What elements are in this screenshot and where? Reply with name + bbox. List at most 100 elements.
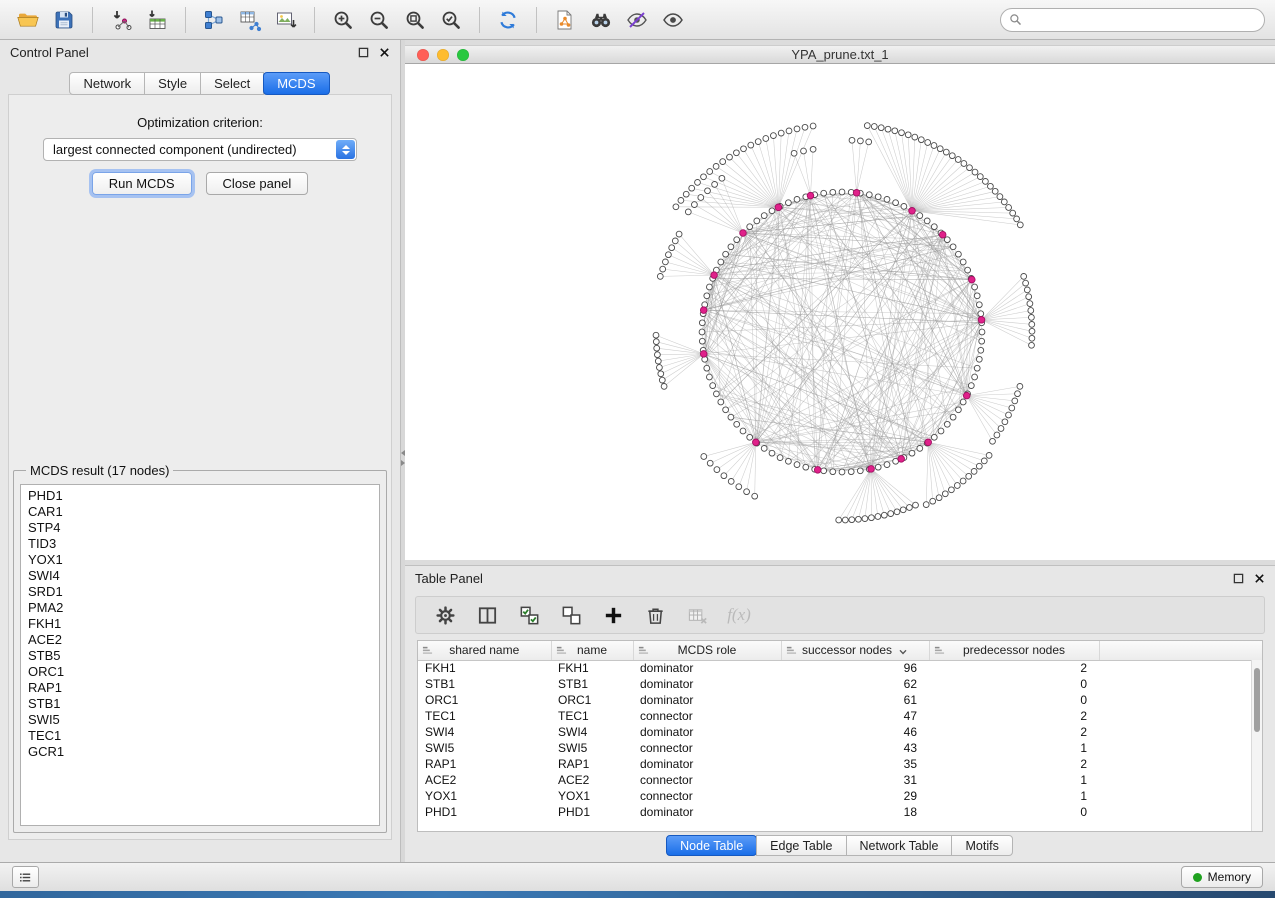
ring-node[interactable]	[976, 302, 982, 308]
ring-node[interactable]	[978, 347, 984, 353]
ring-node[interactable]	[938, 428, 944, 434]
leaf-node[interactable]	[707, 460, 713, 466]
mcds-result-item[interactable]: TID3	[21, 536, 379, 552]
leaf-node[interactable]	[1029, 342, 1035, 348]
leaf-node[interactable]	[905, 132, 911, 138]
dominator-node[interactable]	[807, 192, 814, 199]
leaf-node[interactable]	[1014, 216, 1020, 222]
tab-network[interactable]: Network	[69, 72, 145, 95]
leaf-node[interactable]	[885, 126, 891, 132]
refresh-icon[interactable]	[490, 5, 526, 35]
leaf-node[interactable]	[1017, 222, 1023, 228]
leaf-node[interactable]	[707, 169, 713, 175]
leaf-node[interactable]	[659, 377, 665, 383]
leaf-node[interactable]	[1006, 412, 1012, 418]
mcds-result-item[interactable]: STB5	[21, 648, 379, 664]
ring-node[interactable]	[974, 365, 980, 371]
select-all-icon[interactable]	[514, 600, 544, 630]
leaf-node[interactable]	[1028, 308, 1034, 314]
ring-node[interactable]	[972, 284, 978, 290]
leaf-node[interactable]	[669, 245, 675, 251]
leaf-node[interactable]	[653, 339, 659, 345]
ring-node[interactable]	[857, 468, 863, 474]
network-graph[interactable]	[405, 64, 1275, 560]
leaf-node[interactable]	[698, 195, 704, 201]
leaf-node[interactable]	[967, 165, 973, 171]
dominator-node[interactable]	[963, 392, 970, 399]
leaf-node[interactable]	[741, 146, 747, 152]
memory-button[interactable]: Memory	[1181, 866, 1263, 888]
leaf-node[interactable]	[977, 174, 983, 180]
leaf-node[interactable]	[871, 124, 877, 130]
leaf-node[interactable]	[937, 146, 943, 152]
leaf-node[interactable]	[1027, 301, 1033, 307]
leaf-node[interactable]	[810, 146, 816, 152]
ring-node[interactable]	[917, 446, 923, 452]
leaf-node[interactable]	[692, 202, 698, 208]
ring-node[interactable]	[761, 213, 767, 219]
dominator-node[interactable]	[925, 439, 932, 446]
ring-node[interactable]	[699, 338, 705, 344]
dominator-node[interactable]	[700, 351, 707, 358]
leaf-node[interactable]	[955, 157, 961, 163]
ring-node[interactable]	[728, 244, 734, 250]
leaf-node[interactable]	[676, 231, 682, 237]
leaf-node[interactable]	[1012, 398, 1018, 404]
leaf-node[interactable]	[1001, 199, 1007, 205]
table-row[interactable]: FKH1FKH1dominator962	[418, 660, 1262, 676]
leaf-node[interactable]	[878, 125, 884, 131]
ring-node[interactable]	[704, 365, 710, 371]
show-panel-icon[interactable]	[655, 5, 691, 35]
table-row[interactable]: SWI5SWI5connector431	[418, 740, 1262, 756]
mcds-result-item[interactable]: STP4	[21, 520, 379, 536]
ring-node[interactable]	[875, 194, 881, 200]
dominator-node[interactable]	[711, 272, 718, 279]
ring-node[interactable]	[723, 407, 729, 413]
delete-column-icon[interactable]	[640, 600, 670, 630]
leaf-node[interactable]	[673, 204, 679, 210]
hide-panel-icon[interactable]	[619, 5, 655, 35]
ring-node[interactable]	[821, 468, 827, 474]
ring-node[interactable]	[821, 190, 827, 196]
leaf-node[interactable]	[701, 174, 707, 180]
leaf-node[interactable]	[653, 332, 659, 338]
leaf-node[interactable]	[858, 138, 864, 144]
leaf-node[interactable]	[961, 161, 967, 167]
leaf-node[interactable]	[931, 143, 937, 149]
task-history-button[interactable]	[12, 866, 39, 888]
dominator-node[interactable]	[969, 276, 976, 283]
leaf-node[interactable]	[655, 352, 661, 358]
leaf-node[interactable]	[1026, 294, 1032, 300]
ring-node[interactable]	[839, 189, 845, 195]
ring-node[interactable]	[777, 455, 783, 461]
table-row[interactable]: PHD1PHD1dominator180	[418, 804, 1262, 820]
leaf-node[interactable]	[983, 179, 989, 185]
leaf-node[interactable]	[1021, 274, 1027, 280]
leaf-node[interactable]	[663, 259, 669, 265]
ring-node[interactable]	[931, 224, 937, 230]
ring-node[interactable]	[734, 421, 740, 427]
ring-node[interactable]	[924, 218, 930, 224]
ring-node[interactable]	[699, 329, 705, 335]
ring-node[interactable]	[718, 399, 724, 405]
leaf-node[interactable]	[849, 517, 855, 523]
leaf-node[interactable]	[892, 128, 898, 134]
leaf-node[interactable]	[755, 139, 761, 145]
leaf-node[interactable]	[986, 453, 992, 459]
mcds-result-item[interactable]: ACE2	[21, 632, 379, 648]
mcds-result-item[interactable]: SRD1	[21, 584, 379, 600]
import-network-icon[interactable]	[103, 5, 139, 35]
column-header-shared-name[interactable]: shared name	[418, 641, 551, 660]
leaf-node[interactable]	[1029, 322, 1035, 328]
ring-node[interactable]	[866, 192, 872, 198]
zoom-window-icon[interactable]	[457, 49, 469, 61]
leaf-node[interactable]	[734, 150, 740, 156]
leaf-node[interactable]	[943, 149, 949, 155]
dominator-node[interactable]	[853, 190, 860, 197]
zoom-out-icon[interactable]	[361, 5, 397, 35]
ring-node[interactable]	[747, 224, 753, 230]
leaf-node[interactable]	[736, 484, 742, 490]
leaf-node[interactable]	[954, 483, 960, 489]
network-window-titlebar[interactable]: YPA_prune.txt_1	[405, 45, 1275, 64]
scrollbar-thumb[interactable]	[1254, 668, 1260, 732]
